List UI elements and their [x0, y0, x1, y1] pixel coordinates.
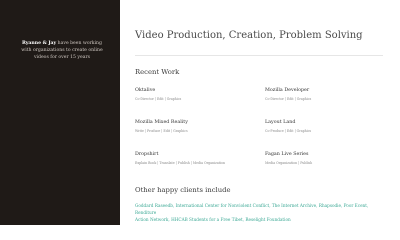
clients-line-2[interactable]: Action Network, HHCAB Students for a Fre…: [135, 216, 385, 223]
work-item-mozilla-mixed-reality[interactable]: Mozilla Mixed Reality Write | Produce | …: [135, 120, 265, 152]
intro-line-3: videos for over 15 years: [33, 55, 91, 60]
work-item-tags: Media Organization | Publish: [265, 161, 313, 165]
clients-line-1[interactable]: Goddard Raseedb, International Center fo…: [135, 202, 385, 216]
work-item-name[interactable]: Dropshirt: [135, 152, 265, 158]
work-item-tags: Write | Produce | Edit | Graphics: [135, 129, 188, 133]
work-item-name[interactable]: Mozilla Developer: [265, 88, 385, 94]
work-item-tags: Explain Book | Translate | Publish | Med…: [135, 161, 226, 165]
work-item-tags: Co-Director | Edit | Graphics: [135, 97, 182, 101]
work-item-oktalive[interactable]: Oktalive Co-Director | Edit | Graphics: [135, 88, 265, 120]
clients-list: Goddard Raseedb, International Center fo…: [135, 202, 385, 223]
work-item-fagan-live-series[interactable]: Fagan Live Series Media Organization | P…: [265, 152, 385, 180]
work-item-tags: Co-Produce | Edit | Graphics: [265, 129, 312, 133]
clients-title: Other happy clients include: [135, 186, 231, 194]
intro-line-2: with organizations to create online: [21, 48, 103, 53]
work-item-name[interactable]: Oktalive: [135, 88, 265, 94]
work-item-mozilla-developer[interactable]: Mozilla Developer Co-Director | Edit | G…: [265, 88, 385, 120]
divider: [135, 55, 383, 56]
work-item-name[interactable]: Mozilla Mixed Reality: [135, 120, 265, 126]
sidebar: Ryanne & Jay have been working with orga…: [0, 0, 120, 225]
intro-text: Ryanne & Jay have been working with orga…: [12, 40, 112, 61]
page-headline: Video Production, Creation, Problem Solv…: [135, 30, 363, 41]
work-item-name[interactable]: Layout Land: [265, 120, 385, 126]
intro-names: Ryanne & Jay: [22, 41, 57, 46]
recent-work-title: Recent Work: [135, 68, 180, 76]
work-item-layout-land[interactable]: Layout Land Co-Produce | Edit | Graphics: [265, 120, 385, 152]
work-item-dropshirt[interactable]: Dropshirt Explain Book | Translate | Pub…: [135, 152, 265, 180]
intro-line-1: have been working: [56, 41, 102, 46]
work-item-tags: Co-Director | Edit | Graphics: [265, 97, 312, 101]
main-content: Video Production, Creation, Problem Solv…: [135, 0, 385, 225]
work-item-name[interactable]: Fagan Live Series: [265, 152, 385, 158]
recent-work-grid: Oktalive Co-Director | Edit | Graphics M…: [135, 88, 385, 180]
